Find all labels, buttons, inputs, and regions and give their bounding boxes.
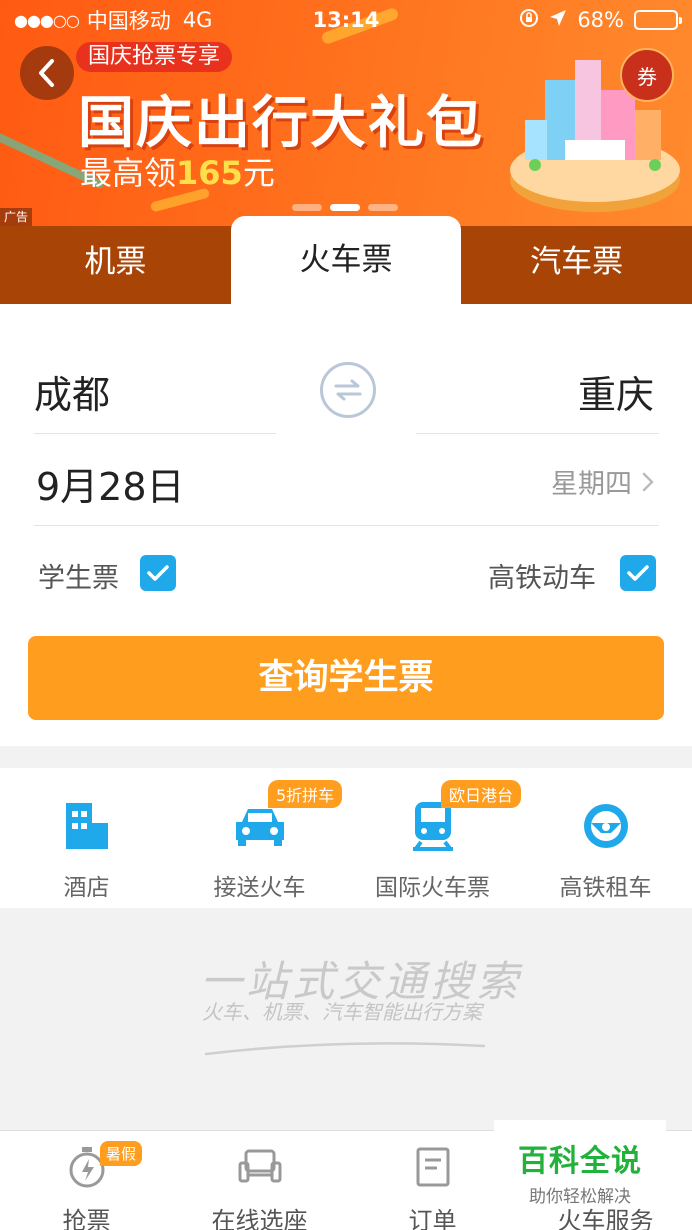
slogan-subtitle: 火车、机票、汽车智能出行方案 xyxy=(202,1000,482,1024)
service-train-transfer[interactable]: 5折拼车 接送火车 xyxy=(173,768,346,908)
pager-dot xyxy=(368,204,398,211)
ad-label: 广告 xyxy=(0,208,33,226)
tab-train[interactable]: 火车票 xyxy=(230,216,462,304)
status-bar: ●●●○○ 中国移动 4G 13:14 68% xyxy=(0,0,692,40)
checkmark-icon xyxy=(627,565,649,581)
back-button[interactable] xyxy=(20,46,74,100)
divider xyxy=(416,433,659,434)
promo-subtitle-prefix: 最高领 xyxy=(80,154,177,192)
nav-grab-ticket[interactable]: 暑假 抢票 xyxy=(0,1131,173,1230)
service-car-rental[interactable]: 高铁租车 xyxy=(519,768,692,908)
service-label: 酒店 xyxy=(63,875,110,901)
watermark: 百科全说 助你轻松解决 xyxy=(494,1120,666,1207)
ticket-type-tabs: 机票 火车票 汽车票 xyxy=(0,216,692,304)
location-arrow-icon xyxy=(549,8,567,32)
slogan-underline xyxy=(204,1042,486,1056)
service-shortcuts: 酒店 5折拼车 接送火车 欧日港台 国际火车票 高铁租车 xyxy=(0,768,692,908)
service-label: 高铁租车 xyxy=(559,875,652,901)
chevron-right-icon xyxy=(642,472,654,491)
nav-label: 在线选座 xyxy=(211,1207,308,1230)
service-label: 国际火车票 xyxy=(375,875,490,901)
tab-bus[interactable]: 汽车票 xyxy=(461,226,692,304)
promo-tag: 国庆抢票专享 xyxy=(76,42,233,72)
departure-date[interactable]: 9月28日 xyxy=(36,456,185,511)
checkmark-icon xyxy=(147,565,169,581)
network-type: 4G xyxy=(182,8,213,32)
watermark-subtitle: 助你轻松解决 xyxy=(529,1187,631,1207)
banner-pager xyxy=(292,204,398,211)
swap-cities-button[interactable] xyxy=(320,362,376,418)
departure-city[interactable]: 成都 xyxy=(34,364,110,419)
promo-banner[interactable]: ●●●○○ 中国移动 4G 13:14 68% 国庆抢票专享 国庆出行大礼包 最… xyxy=(0,0,692,230)
highspeed-label: 高铁动车 xyxy=(488,563,596,594)
nav-badge: 暑假 xyxy=(100,1141,143,1166)
chevron-left-icon xyxy=(39,59,54,87)
lock-rotation-icon xyxy=(519,8,539,33)
signal-strength: ●●●○○ xyxy=(14,10,80,30)
coupon-button[interactable]: 券 xyxy=(620,48,674,102)
nav-label: 抢票 xyxy=(62,1207,111,1230)
watermark-title: 百科全说 xyxy=(518,1144,642,1179)
nav-seat-selection[interactable]: 在线选座 xyxy=(173,1131,346,1230)
search-student-ticket-button[interactable]: 查询学生票 xyxy=(28,636,664,720)
promo-subtitle-suffix: 元 xyxy=(242,154,275,192)
pager-dot-active xyxy=(330,204,360,211)
pager-dot xyxy=(292,204,322,211)
weekday-label: 星期四 xyxy=(551,469,632,500)
student-ticket-label: 学生票 xyxy=(38,563,119,594)
promo-title: 国庆出行大礼包 xyxy=(78,91,484,156)
divider xyxy=(34,433,276,434)
service-badge: 欧日港台 xyxy=(441,780,522,808)
slogan-area: 一站式交通搜索 火车、机票、汽车智能出行方案 xyxy=(0,908,692,1130)
service-international-train[interactable]: 欧日港台 国际火车票 xyxy=(346,768,522,908)
weekday-selector[interactable]: 星期四 xyxy=(551,462,654,501)
service-label: 接送火车 xyxy=(213,875,306,901)
seat-icon xyxy=(173,1143,346,1191)
promo-amount: 165 xyxy=(176,154,243,192)
highspeed-checkbox[interactable] xyxy=(620,555,656,591)
promo-subtitle: 最高领165元 xyxy=(80,148,275,194)
stopwatch-icon xyxy=(0,1143,173,1191)
hotel-icon xyxy=(0,798,173,854)
battery-percent: 68% xyxy=(577,8,624,32)
tab-flight[interactable]: 机票 xyxy=(0,226,231,304)
student-ticket-checkbox[interactable] xyxy=(140,555,176,591)
search-card: 成都 重庆 9月28日 星期四 学生票 高铁动车 查询学生票 xyxy=(0,304,692,746)
steering-wheel-icon xyxy=(519,798,692,854)
divider xyxy=(34,525,659,526)
battery-icon xyxy=(634,10,682,30)
arrival-city[interactable]: 重庆 xyxy=(578,364,654,419)
carrier-name: 中国移动 xyxy=(86,9,171,33)
service-badge: 5折拼车 xyxy=(268,780,343,808)
swap-icon xyxy=(334,379,362,401)
service-hotel[interactable]: 酒店 xyxy=(0,768,173,908)
